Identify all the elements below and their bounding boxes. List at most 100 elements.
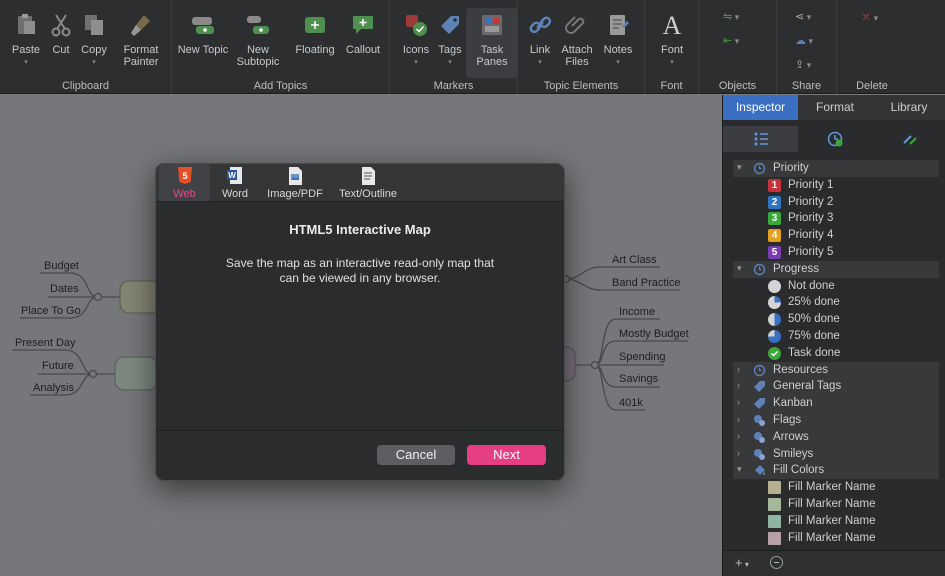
marker-label: Priority 3 bbox=[788, 212, 834, 225]
share-group: ⋖ ▾ ☁ ▾ ⇪ ▾ Share bbox=[777, 0, 837, 94]
paperclip-icon bbox=[565, 16, 585, 34]
add-marker-button[interactable]: + ▾ bbox=[735, 555, 749, 570]
subtab-task-info[interactable] bbox=[798, 126, 872, 152]
marker-label: Fill Marker Name bbox=[788, 481, 876, 494]
section-progress[interactable]: ▾ Progress bbox=[733, 260, 939, 278]
markers-group-label: Markers bbox=[433, 80, 474, 92]
section-kanban[interactable]: › Kanban bbox=[733, 395, 939, 412]
marker-label: Priority 2 bbox=[788, 195, 834, 208]
section-label: Flags bbox=[773, 413, 802, 426]
fill-swatch-icon bbox=[768, 514, 781, 528]
font-group: A Font ▾ Font bbox=[645, 0, 699, 94]
marker-fill-1[interactable]: Fill Marker Name bbox=[733, 479, 939, 496]
share-button[interactable]: ⋖ ▾ bbox=[795, 10, 811, 23]
topic-mostly-budget[interactable]: Mostly Budget bbox=[619, 328, 689, 340]
new-subtopic-button[interactable]: New Subtopic bbox=[232, 8, 284, 78]
marker-priority-5[interactable]: 5 Priority 5 bbox=[733, 244, 939, 261]
task-panes-label: Task Panes bbox=[476, 44, 508, 68]
topic-present-day[interactable]: Present Day bbox=[15, 337, 76, 349]
cloud-button[interactable]: ☁ ▾ bbox=[795, 34, 813, 47]
tab-web[interactable]: 5 Web bbox=[159, 164, 210, 201]
objects-boundary-button[interactable]: ⇋ ▾ bbox=[723, 10, 739, 23]
topic-art-class[interactable]: Art Class bbox=[612, 254, 657, 266]
tag-icon bbox=[754, 381, 765, 393]
font-button[interactable]: A Font ▾ bbox=[646, 8, 698, 78]
topic-budget[interactable]: Budget bbox=[44, 260, 79, 272]
marker-not-done[interactable]: Not done bbox=[733, 278, 939, 295]
tab-inspector[interactable]: Inspector bbox=[723, 95, 798, 120]
tab-word[interactable]: W Word bbox=[214, 164, 256, 201]
topic-dates[interactable]: Dates bbox=[50, 283, 79, 295]
section-arrows[interactable]: › Arrows bbox=[733, 428, 939, 446]
marker-priority-2[interactable]: 2 Priority 2 bbox=[733, 194, 939, 211]
section-flags[interactable]: › Flags bbox=[733, 411, 939, 429]
chevron-right-icon: › bbox=[737, 397, 740, 408]
tab-library[interactable]: Library bbox=[872, 95, 945, 120]
callout-button[interactable]: Callout bbox=[337, 8, 389, 78]
new-subtopic-label: New Subtopic bbox=[236, 44, 280, 68]
section-smileys[interactable]: › Smileys bbox=[733, 445, 939, 463]
tab-text-outline[interactable]: Text/Outline bbox=[332, 164, 404, 201]
topic-income[interactable]: Income bbox=[619, 306, 655, 318]
marker-priority-3[interactable]: 3 Priority 3 bbox=[733, 210, 939, 227]
section-resources[interactable]: › Resources bbox=[733, 361, 939, 379]
marker-task-done[interactable]: Task done bbox=[733, 345, 939, 362]
marker-25-done[interactable]: 25% done bbox=[733, 294, 939, 311]
marker-label: Fill Marker Name bbox=[788, 497, 876, 510]
tab-format[interactable]: Format bbox=[798, 95, 872, 120]
new-topic-icon bbox=[192, 17, 214, 34]
marker-50-done[interactable]: 50% done bbox=[733, 311, 939, 328]
checkmark-circle-icon bbox=[768, 346, 781, 360]
tab-image-pdf-label: Image/PDF bbox=[267, 188, 323, 200]
section-label: Smileys bbox=[773, 447, 814, 460]
section-label: Fill Colors bbox=[773, 464, 825, 477]
topic-analysis[interactable]: Analysis bbox=[33, 382, 74, 394]
fill-swatch-icon bbox=[768, 497, 781, 511]
remove-marker-button[interactable] bbox=[770, 556, 783, 569]
export-dialog: 5 Web W Word Image/PDF Text/Outline HTML… bbox=[155, 163, 565, 481]
export-button[interactable]: ⇪ ▾ bbox=[795, 58, 811, 71]
font-label: Font bbox=[660, 44, 683, 56]
section-priority[interactable]: ▾ Priority bbox=[733, 160, 939, 177]
share-icon: ⋖ bbox=[795, 11, 805, 23]
marker-fill-3[interactable]: Fill Marker Name bbox=[733, 513, 939, 530]
format-painter-label: Format Painter bbox=[123, 44, 159, 68]
marker-priority-4[interactable]: 4 Priority 4 bbox=[733, 227, 939, 244]
topic-band-practice[interactable]: Band Practice bbox=[612, 277, 680, 289]
tag-icon bbox=[754, 398, 765, 410]
section-fill-colors[interactable]: ▾ Fill Colors bbox=[733, 462, 939, 480]
word-doc-icon: W bbox=[227, 167, 242, 184]
format-painter-button[interactable]: Format Painter bbox=[112, 8, 170, 78]
markers-group: Icons ▾ Tags ▾ Task Panes Markers bbox=[390, 0, 518, 94]
priority-category-icon bbox=[753, 162, 766, 175]
topic-savings[interactable]: Savings bbox=[619, 373, 658, 385]
topic-future[interactable]: Future bbox=[42, 360, 74, 372]
delete-button[interactable]: ✕ ▾ bbox=[861, 10, 878, 24]
objects-relationship-button[interactable]: ⇤ ▾ bbox=[723, 34, 739, 47]
marker-fill-2[interactable]: Fill Marker Name bbox=[733, 496, 939, 513]
topic-401k[interactable]: 401k bbox=[619, 397, 643, 409]
topic-place-to-go[interactable]: Place To Go bbox=[21, 305, 81, 317]
tab-image-pdf[interactable]: Image/PDF bbox=[262, 164, 328, 201]
new-subtopic-icon bbox=[247, 16, 269, 34]
progress-50-icon bbox=[768, 313, 781, 327]
dialog-description: Save the map as an interactive read-only… bbox=[225, 256, 495, 285]
marker-fill-4[interactable]: Fill Marker Name bbox=[733, 530, 939, 547]
subtab-markers[interactable] bbox=[723, 126, 798, 152]
floating-button[interactable]: Floating bbox=[289, 8, 341, 78]
task-panes-button[interactable]: Task Panes bbox=[466, 8, 518, 78]
cancel-button[interactable]: Cancel bbox=[377, 445, 455, 465]
notes-button[interactable]: Notes ▾ bbox=[592, 8, 644, 78]
floating-topic-icon bbox=[305, 17, 325, 33]
clipboard-group: Paste ▾ Cut Copy ▾ Format Painter Clipbo… bbox=[0, 0, 172, 94]
new-topic-button[interactable]: New Topic bbox=[177, 8, 229, 78]
export-format-tabs: 5 Web W Word Image/PDF Text/Outline bbox=[156, 164, 564, 202]
marker-75-done[interactable]: 75% done bbox=[733, 328, 939, 345]
clipboard-group-label: Clipboard bbox=[61, 80, 110, 92]
section-general-tags[interactable]: › General Tags bbox=[733, 378, 939, 396]
next-button[interactable]: Next bbox=[467, 445, 546, 465]
marker-priority-1[interactable]: 1 Priority 1 bbox=[733, 177, 939, 194]
topic-spending[interactable]: Spending bbox=[619, 351, 666, 363]
subtab-links[interactable] bbox=[872, 126, 945, 152]
progress-category-icon bbox=[753, 263, 766, 275]
